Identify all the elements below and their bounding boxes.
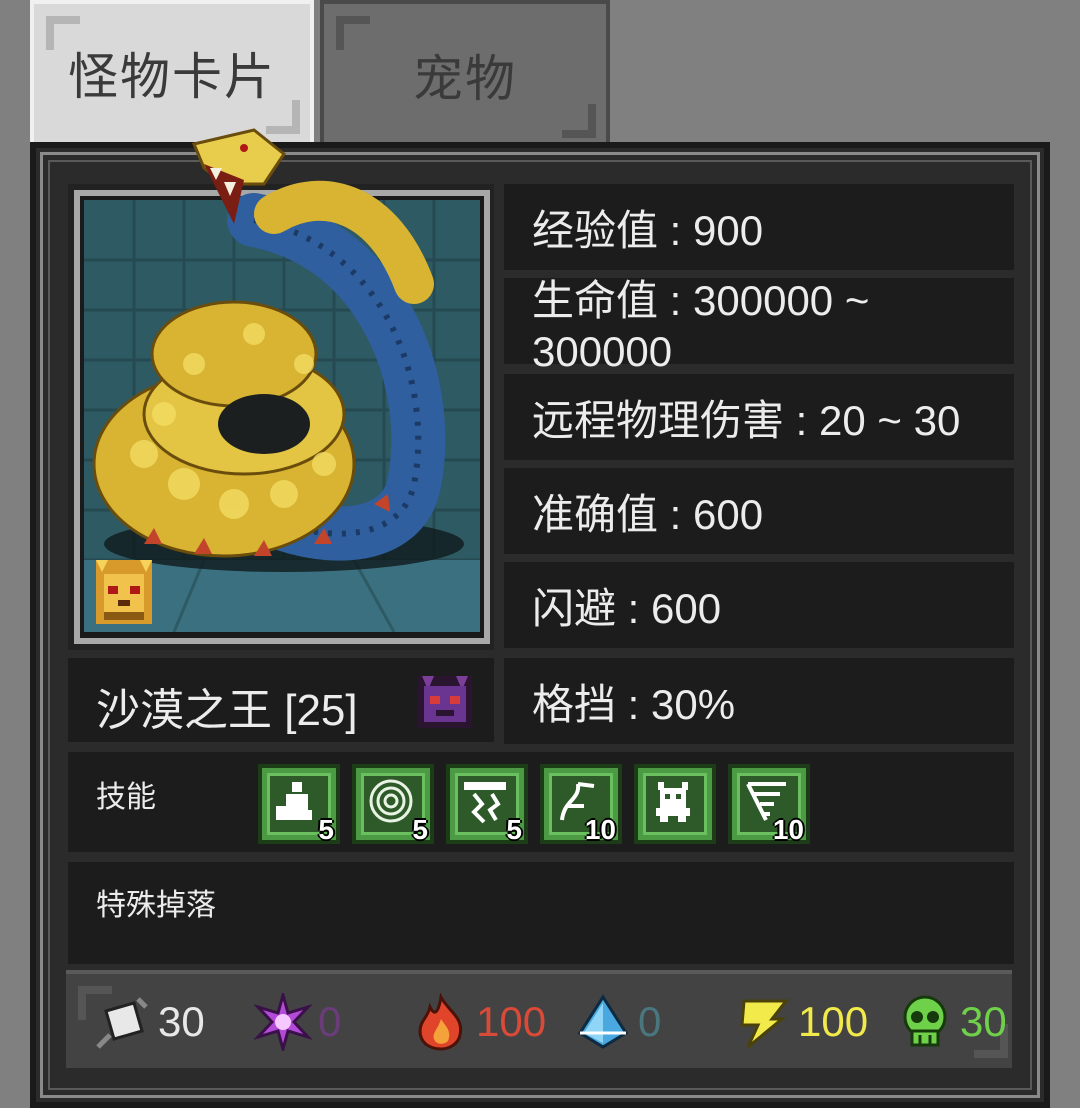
tab-monster-card[interactable]: 怪物卡片 <box>30 0 314 142</box>
skill-count: 5 <box>506 814 522 845</box>
resistance-value: 30 <box>158 998 205 1045</box>
beast-skill-icon <box>656 782 690 822</box>
skill-count: 5 <box>318 814 334 845</box>
skill-slot[interactable]: 10 <box>728 764 810 845</box>
stat-experience: 经验值 : 900 <box>504 184 1014 270</box>
stat-accuracy: 准确值 : 600 <box>504 468 1014 554</box>
resistance-value: 30 <box>960 998 1007 1045</box>
resistance-ice: 0 <box>574 992 661 1052</box>
skill-count: 10 <box>584 814 616 845</box>
summon-figure-skill-icon <box>276 782 312 820</box>
skill-count: 10 <box>772 814 804 845</box>
resistance-value: 0 <box>638 998 662 1045</box>
lightning-icon <box>740 999 790 1049</box>
skill-count: 5 <box>412 814 428 845</box>
fire-icon <box>418 993 463 1051</box>
tab-label: 宠物 <box>413 51 517 107</box>
skills-row: 技能 5 5 5 10 10 <box>68 752 1014 852</box>
resistance-value: 100 <box>476 998 547 1045</box>
special-drops-label: 特殊掉落 <box>96 889 216 922</box>
resistance-poison: 30 <box>896 992 1007 1052</box>
poison-skull-icon <box>903 995 947 1047</box>
resistance-lightning: 100 <box>734 992 868 1052</box>
monster-name: 沙漠之王 [25] <box>96 686 358 735</box>
tab-corner-decoration <box>46 16 80 50</box>
skill-slot[interactable]: 5 <box>446 764 528 845</box>
skill-slot[interactable] <box>634 764 716 844</box>
golden-lion-icon <box>96 560 152 624</box>
arcane-magic-icon <box>254 993 312 1051</box>
stat-evasion: 闪避 : 600 <box>504 562 1014 648</box>
resistance-physical: 30 <box>94 992 205 1052</box>
resistances-bar: 30 0 100 0 100 30 <box>66 970 1012 1068</box>
purple-demon-mask-icon <box>418 676 472 728</box>
resistance-value: 100 <box>798 998 869 1045</box>
skill-slot[interactable]: 10 <box>540 764 622 845</box>
vortex-skill-icon <box>369 779 413 823</box>
physical-sword-icon <box>96 997 148 1049</box>
tab-corner-decoration <box>562 104 596 138</box>
resistance-arcane: 0 <box>254 992 341 1052</box>
resistance-value: 0 <box>318 998 342 1045</box>
skill-slot[interactable]: 5 <box>352 764 434 845</box>
tab-label: 怪物卡片 <box>68 49 276 105</box>
resistance-fire: 100 <box>412 992 546 1052</box>
special-drops-row: 特殊掉落 <box>68 862 1014 964</box>
tab-corner-decoration <box>336 16 370 50</box>
stat-ranged-physical-damage: 远程物理伤害 : 20 ~ 30 <box>504 374 1014 460</box>
ice-crystal-icon <box>577 994 629 1049</box>
skill-slot[interactable]: 5 <box>258 764 340 845</box>
monster-name-row: 沙漠之王 [25] <box>68 658 494 742</box>
stat-health: 生命值 : 300000 ~ 300000 <box>504 277 1014 375</box>
lightning-storm-skill-icon <box>464 782 506 824</box>
skills-label: 技能 <box>96 781 156 814</box>
stat-block: 格挡 : 30% <box>504 658 1014 744</box>
